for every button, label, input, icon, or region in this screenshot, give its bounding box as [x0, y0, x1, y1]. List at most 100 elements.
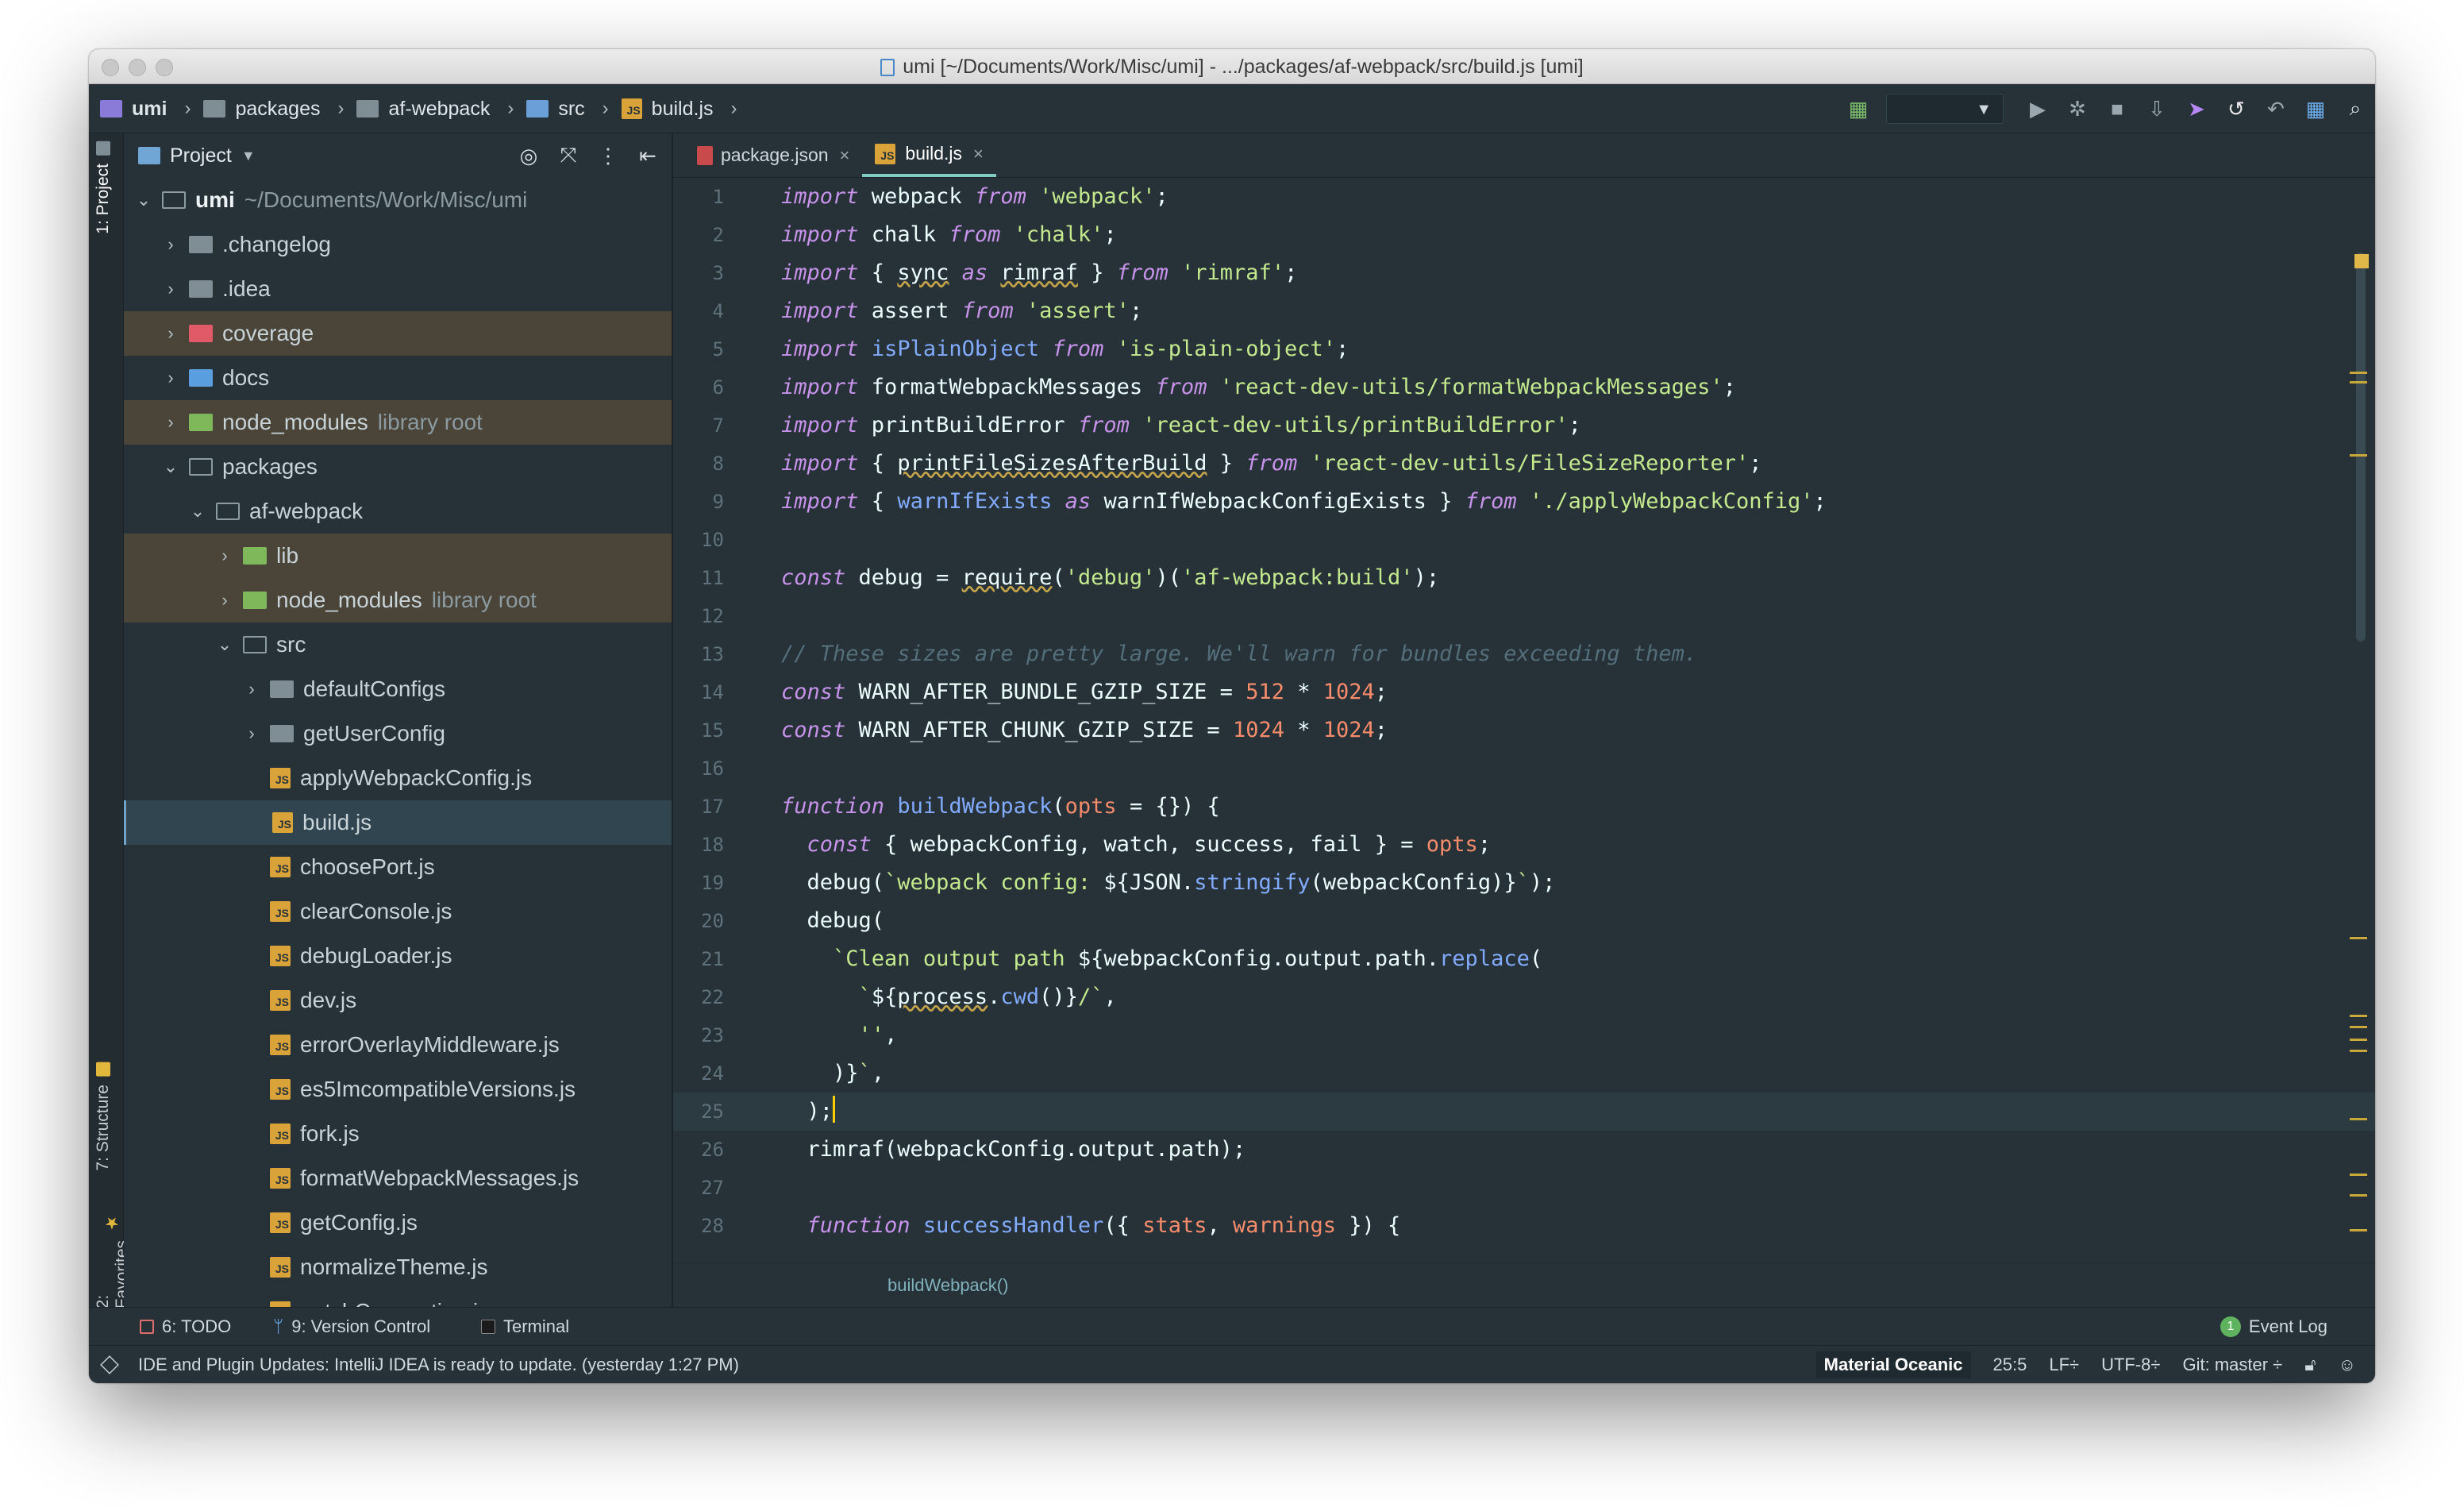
chevron-right-icon[interactable]: ›: [214, 590, 235, 611]
chevron-down-icon[interactable]: ⌄: [214, 634, 235, 655]
code-line[interactable]: 21 `Clean output path ${webpackConfig.ou…: [673, 940, 2375, 978]
build-project-icon[interactable]: ▦: [1846, 96, 1871, 121]
line-number[interactable]: 23: [673, 1016, 724, 1054]
tree-item[interactable]: JS fork.js: [124, 1112, 672, 1156]
terminal-tool-window-tab[interactable]: Terminal: [481, 1308, 569, 1346]
tree-item[interactable]: › defaultConfigs: [124, 667, 672, 711]
collapse-all-icon[interactable]: ⤧: [554, 141, 583, 170]
chevron-right-icon[interactable]: ›: [214, 545, 235, 566]
code-line[interactable]: 7 import printBuildError from 'react-dev-…: [673, 407, 2375, 445]
line-number[interactable]: 5: [673, 330, 724, 368]
code-line[interactable]: 28 function successHandler({ stats, warn…: [673, 1207, 2375, 1245]
tree-item[interactable]: JS es5ImcompatibleVersions.js: [124, 1067, 672, 1112]
code-line[interactable]: 24 )}`,: [673, 1054, 2375, 1093]
line-number[interactable]: 11: [673, 559, 724, 597]
history-icon[interactable]: ↺: [2223, 96, 2249, 121]
code-line[interactable]: 5 import isPlainObject from 'is-plain-obj…: [673, 330, 2375, 368]
run-icon[interactable]: ▶: [2025, 96, 2050, 121]
tree-item[interactable]: JS normalizeTheme.js: [124, 1245, 672, 1289]
code-line[interactable]: 14 const WARN_AFTER_BUNDLE_GZIP_SIZE = 51…: [673, 673, 2375, 711]
code-line[interactable]: 4 import assert from 'assert';: [673, 292, 2375, 330]
commit-icon[interactable]: ➤: [2184, 96, 2209, 121]
code-line[interactable]: 20 debug(: [673, 902, 2375, 940]
version-control-tool-window-tab[interactable]: ᛘ 9: Version Control: [273, 1308, 430, 1346]
tree-item[interactable]: ⌄ src: [124, 622, 672, 667]
code-line[interactable]: 9 import { warnIfExists as warnIfWebpackC…: [673, 483, 2375, 521]
tab-build-js[interactable]: JS build.js ×: [862, 133, 996, 177]
tab-package-json[interactable]: package.json ×: [684, 133, 862, 177]
code-line[interactable]: 12: [673, 597, 2375, 635]
inspector-icon[interactable]: ☺: [2339, 1355, 2356, 1375]
error-stripe-marker[interactable]: [2350, 1118, 2367, 1120]
line-number[interactable]: 28: [673, 1207, 724, 1245]
stop-icon[interactable]: ■: [2104, 96, 2130, 121]
chevron-right-icon[interactable]: ›: [160, 234, 181, 255]
tree-item[interactable]: JS debugLoader.js: [124, 934, 672, 978]
editor-scrollbar[interactable]: [2356, 252, 2366, 642]
code-line[interactable]: 17 function buildWebpack(opts = {}) {: [673, 788, 2375, 826]
code-line[interactable]: 13 // These sizes are pretty large. We'll…: [673, 635, 2375, 673]
chevron-down-icon[interactable]: ⌄: [133, 190, 154, 210]
error-stripe-marker[interactable]: [2350, 372, 2367, 374]
close-icon[interactable]: ×: [973, 144, 984, 164]
git-branch-select[interactable]: Git: master ÷: [2183, 1355, 2283, 1375]
inspection-status-icon[interactable]: [2354, 254, 2369, 268]
error-stripe-marker[interactable]: [2350, 454, 2367, 457]
run-configuration-select[interactable]: ▼: [1886, 94, 2004, 124]
todo-tool-window-tab[interactable]: 6: TODO: [140, 1308, 231, 1346]
code-line[interactable]: 18 const { webpackConfig, watch, success…: [673, 826, 2375, 864]
line-number[interactable]: 3: [673, 254, 724, 292]
chevron-right-icon[interactable]: ›: [160, 323, 181, 344]
code-line[interactable]: 1 import webpack from 'webpack';: [673, 178, 2375, 216]
line-number[interactable]: 22: [673, 978, 724, 1016]
line-number[interactable]: 19: [673, 864, 724, 902]
line-number[interactable]: 13: [673, 635, 724, 673]
error-stripe-marker[interactable]: [2350, 1039, 2367, 1041]
error-stripe-marker[interactable]: [2350, 1015, 2367, 1017]
error-stripe-marker[interactable]: [2350, 1174, 2367, 1176]
line-number[interactable]: 26: [673, 1131, 724, 1169]
tree-item[interactable]: › node_modules library root: [124, 400, 672, 445]
line-number[interactable]: 1: [673, 178, 724, 216]
line-number[interactable]: 27: [673, 1169, 724, 1207]
search-icon[interactable]: ⌕: [2343, 96, 2368, 121]
tree-item[interactable]: › getUserConfig: [124, 711, 672, 756]
line-number[interactable]: 7: [673, 407, 724, 445]
code-line[interactable]: 16: [673, 750, 2375, 788]
line-number[interactable]: 20: [673, 902, 724, 940]
breadcrumb-item-build-js[interactable]: JS build.js: [621, 98, 714, 121]
project-tool-window-tab[interactable]: 1: Project: [94, 141, 113, 234]
close-icon[interactable]: ×: [840, 145, 850, 166]
line-number[interactable]: 17: [673, 788, 724, 826]
code-line[interactable]: 6 import formatWebpackMessages from 'reac…: [673, 368, 2375, 407]
code-editor[interactable]: 1 import webpack from 'webpack'; 2 import c…: [673, 178, 2375, 1262]
tree-item[interactable]: › .changelog: [124, 222, 672, 267]
tree-item[interactable]: ⌄ packages: [124, 445, 672, 489]
code-line[interactable]: 23 '',: [673, 1016, 2375, 1054]
project-panel-header[interactable]: Project ▼ ◎ ⤧ ⋮ ⇤: [124, 133, 672, 178]
line-number[interactable]: 12: [673, 597, 724, 635]
line-number[interactable]: 6: [673, 368, 724, 407]
error-stripe-marker[interactable]: [2350, 1026, 2367, 1028]
tree-item[interactable]: JS applyWebpackConfig.js: [124, 756, 672, 800]
tree-item[interactable]: › node_modules library root: [124, 578, 672, 622]
tree-item[interactable]: JS clearConsole.js: [124, 889, 672, 934]
tree-item[interactable]: JS getConfig.js: [124, 1201, 672, 1245]
error-stripe-marker[interactable]: [2350, 381, 2367, 383]
line-number[interactable]: 21: [673, 940, 724, 978]
code-line[interactable]: 22 `${process.cwd()}/`,: [673, 978, 2375, 1016]
breadcrumb-item-src[interactable]: src: [526, 98, 585, 121]
line-number[interactable]: 25: [673, 1093, 724, 1131]
code-line[interactable]: 27: [673, 1169, 2375, 1207]
line-number[interactable]: 24: [673, 1054, 724, 1093]
code-line[interactable]: 26 rimraf(webpackConfig.output.path);: [673, 1131, 2375, 1169]
event-log-tool-window-tab[interactable]: 1 Event Log: [2220, 1308, 2327, 1346]
line-number[interactable]: 8: [673, 445, 724, 483]
update-project-icon[interactable]: ⇩: [2144, 96, 2169, 121]
tree-item[interactable]: JS formatWebpackMessages.js: [124, 1156, 672, 1201]
chevron-down-icon[interactable]: ⌄: [187, 501, 208, 522]
error-stripe-marker[interactable]: [2350, 1050, 2367, 1052]
code-line[interactable]: 2 import chalk from 'chalk';: [673, 216, 2375, 254]
tree-item[interactable]: JS choosePort.js: [124, 845, 672, 889]
lock-icon[interactable]: 🔓︎: [2304, 1355, 2316, 1375]
